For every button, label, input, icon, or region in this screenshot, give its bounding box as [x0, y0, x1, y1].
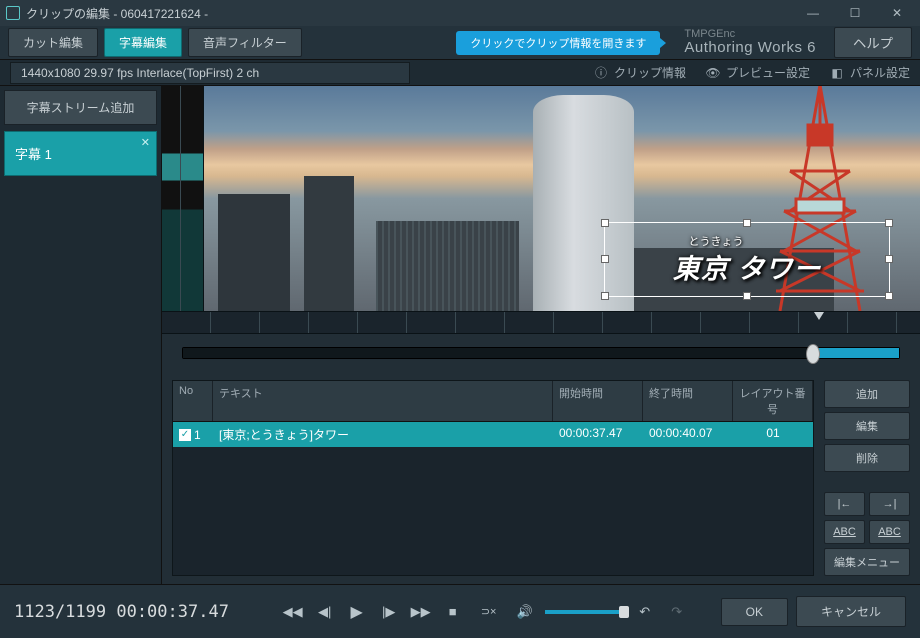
panel-icon: ◧ [830, 66, 844, 80]
table-header: No テキスト 開始時間 終了時間 レイアウト番号 [173, 381, 813, 422]
go-end-button[interactable]: →| [869, 492, 910, 516]
edit-menu-button[interactable]: 編集メニュー [824, 548, 910, 576]
cancel-button[interactable]: キャンセル [796, 596, 906, 627]
cell-text: [東京;とうきょう]タワー [213, 422, 553, 447]
subtitle-text: 東京 タワー [611, 247, 883, 286]
window-title: クリップの編集 - 060417221624 - [26, 5, 792, 22]
titlebar: クリップの編集 - 060417221624 - — ☐ ✕ [0, 0, 920, 26]
tab-subtitle-edit[interactable]: 字幕編集 [104, 28, 182, 57]
clip-spec-field[interactable]: 1440x1080 29.97 fps Interlace(TopFirst) … [10, 62, 410, 84]
resize-handle[interactable] [601, 255, 609, 263]
add-subtitle-stream-button[interactable]: 字幕ストリーム追加 [4, 90, 157, 125]
main-toolbar: カット編集 字幕編集 音声フィルター クリックでクリップ情報を開きます TMPG… [0, 26, 920, 60]
info-bubble[interactable]: クリックでクリップ情報を開きます [456, 31, 660, 55]
table-row[interactable]: ✓1 [東京;とうきょう]タワー 00:00:37.47 00:00:40.07… [173, 422, 813, 447]
timecode-display: 1123/1199 00:00:37.47 [14, 602, 229, 622]
edit-subtitle-button[interactable]: 編集 [824, 412, 910, 440]
app-icon [6, 6, 20, 20]
step-forward-button[interactable]: |▶ [377, 600, 401, 624]
volume-icon[interactable]: 🔊 [513, 600, 537, 624]
playhead-caret-icon[interactable] [814, 312, 824, 320]
loop-button[interactable]: ⊃× [473, 600, 505, 624]
close-stream-icon[interactable]: ✕ [141, 136, 150, 149]
tab-cut-edit[interactable]: カット編集 [8, 28, 98, 57]
maximize-button[interactable]: ☐ [834, 0, 876, 26]
subtitle-overlay-box[interactable]: とうきょう 東京 タワー [604, 222, 890, 297]
close-button[interactable]: ✕ [876, 0, 918, 26]
seek-slider-row [162, 334, 920, 372]
go-start-button[interactable]: |← [824, 492, 865, 516]
delete-subtitle-button[interactable]: 削除 [824, 444, 910, 472]
transport-bar: 1123/1199 00:00:37.47 ◀◀ ◀| ▶ |▶ ▶▶ ■ ⊃×… [0, 584, 920, 638]
row-checkbox[interactable]: ✓ [179, 429, 191, 441]
cell-layout: 01 [733, 422, 813, 447]
resize-handle[interactable] [885, 292, 893, 300]
resize-handle[interactable] [601, 292, 609, 300]
seek-thumb[interactable] [806, 344, 820, 364]
info-icon: ⓘ [594, 66, 608, 80]
rewind-fast-button[interactable]: ◀◀ [281, 600, 305, 624]
resize-handle[interactable] [885, 219, 893, 227]
tab-audio-filter[interactable]: 音声フィルター [188, 28, 302, 57]
cell-end: 00:00:40.07 [643, 422, 733, 447]
play-button[interactable]: ▶ [345, 600, 369, 624]
step-back-button[interactable]: ◀| [313, 600, 337, 624]
forward-fast-button[interactable]: ▶▶ [409, 600, 433, 624]
col-text[interactable]: テキスト [213, 381, 553, 421]
resize-handle[interactable] [743, 292, 751, 300]
preview-settings-link[interactable]: 👁プレビュー設定 [706, 64, 810, 81]
resize-handle[interactable] [885, 255, 893, 263]
volume-slider[interactable] [545, 610, 625, 614]
redo-button[interactable]: ↷ [665, 600, 689, 624]
cell-start: 00:00:37.47 [553, 422, 643, 447]
subtitle-stream-tab-1[interactable]: 字幕 1 ✕ [4, 131, 157, 176]
panel-settings-link[interactable]: ◧パネル設定 [830, 64, 910, 81]
abc-right-button[interactable]: ABC [869, 520, 910, 544]
help-button[interactable]: ヘルプ [834, 27, 912, 58]
undo-button[interactable]: ↶ [633, 600, 657, 624]
audio-waveform-strip [162, 86, 204, 311]
video-frame: とうきょう 東京 タワー [204, 86, 920, 311]
ok-button[interactable]: OK [721, 598, 788, 626]
video-preview[interactable]: とうきょう 東京 タワー [162, 86, 920, 311]
abc-left-button[interactable]: ABC [824, 520, 865, 544]
seek-slider[interactable] [182, 347, 900, 359]
infobar: 1440x1080 29.97 fps Interlace(TopFirst) … [0, 60, 920, 86]
stop-button[interactable]: ■ [441, 600, 465, 624]
subtitle-table: No テキスト 開始時間 終了時間 レイアウト番号 ✓1 [東京;とうきょう]タ… [172, 380, 814, 576]
action-button-column: 追加 編集 削除 |← →| ABC ABC 編集メニュー [824, 380, 910, 576]
col-end[interactable]: 終了時間 [643, 381, 733, 421]
clip-info-link[interactable]: ⓘクリップ情報 [594, 64, 686, 81]
sidebar: 字幕ストリーム追加 字幕 1 ✕ [0, 86, 162, 584]
col-layout[interactable]: レイアウト番号 [733, 381, 813, 421]
col-start[interactable]: 開始時間 [553, 381, 643, 421]
timeline-ruler[interactable] [162, 311, 920, 334]
volume-thumb[interactable] [619, 606, 629, 618]
resize-handle[interactable] [601, 219, 609, 227]
eye-icon: 👁 [706, 66, 720, 80]
stream-label: 字幕 1 [15, 147, 52, 162]
add-subtitle-button[interactable]: 追加 [824, 380, 910, 408]
col-no[interactable]: No [173, 381, 213, 421]
brand-label: TMPGEnc Authoring Works 6 [684, 28, 816, 57]
resize-handle[interactable] [743, 219, 751, 227]
minimize-button[interactable]: — [792, 0, 834, 26]
